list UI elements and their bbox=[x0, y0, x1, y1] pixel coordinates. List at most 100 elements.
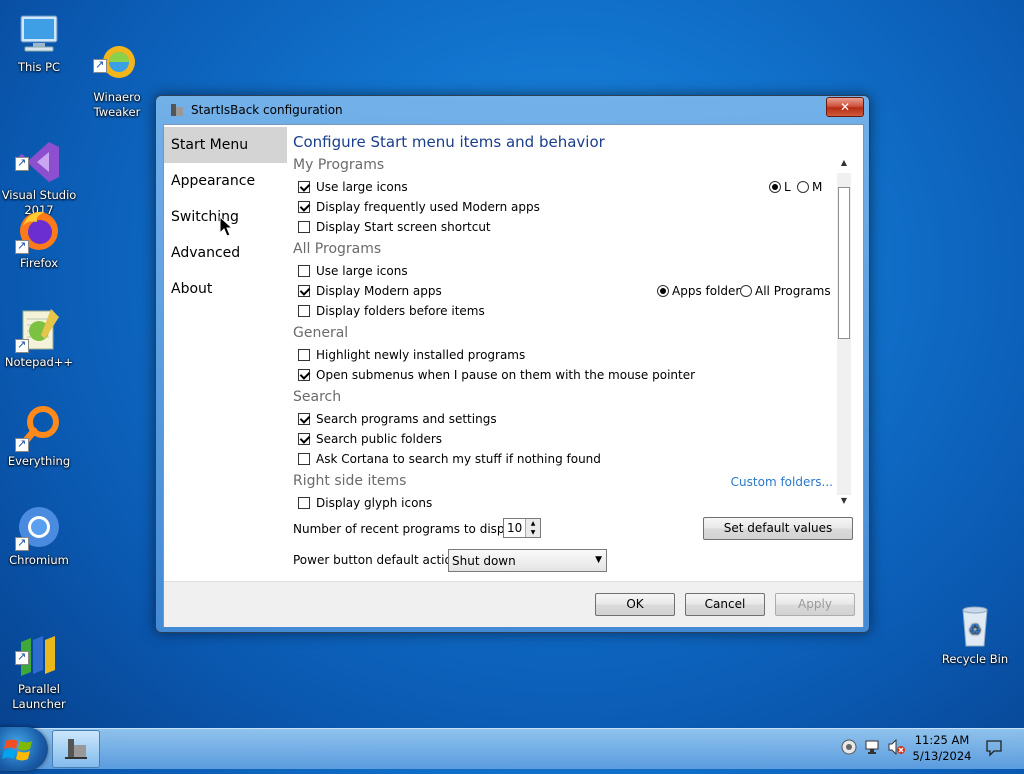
option-label: Display Modern apps bbox=[316, 284, 442, 298]
notifications-icon[interactable] bbox=[985, 739, 1003, 757]
network-tray-icon[interactable] bbox=[865, 739, 883, 755]
option-mp-frequent-modern[interactable]: Display frequently used Modern apps bbox=[298, 199, 540, 215]
option-mp-start-screen[interactable]: Display Start screen shortcut bbox=[298, 219, 491, 235]
startisback-icon bbox=[65, 739, 87, 759]
option-label: Ask Cortana to search my stuff if nothin… bbox=[316, 452, 601, 466]
clock-time: 11:25 AM bbox=[914, 733, 970, 747]
recent-programs-label: Number of recent programs to display: bbox=[293, 522, 526, 536]
radio-button[interactable] bbox=[740, 285, 752, 297]
desktop-icon-label: Notepad++ bbox=[4, 355, 74, 369]
option-label: Open submenus when I pause on them with … bbox=[316, 368, 696, 382]
radio-button[interactable] bbox=[769, 181, 781, 193]
radio-label: L bbox=[784, 180, 791, 194]
desktop-icon-parallel-launcher[interactable]: Parallel Launcher bbox=[0, 602, 79, 727]
desktop-icon-this-pc[interactable]: This PC bbox=[0, 10, 79, 75]
checkbox[interactable] bbox=[298, 181, 310, 193]
taskbar-clock[interactable]: 11:25 AM 5/13/2024 bbox=[906, 732, 978, 764]
option-ap-modern-apps[interactable]: Display Modern apps bbox=[298, 283, 442, 299]
option-mp-large-icons[interactable]: Use large icons bbox=[298, 179, 408, 195]
checkbox[interactable] bbox=[298, 285, 310, 297]
checkbox[interactable] bbox=[298, 349, 310, 361]
everything-icon bbox=[15, 404, 63, 452]
taskbar-item-startisback[interactable] bbox=[52, 730, 100, 768]
radio-button[interactable] bbox=[657, 285, 669, 297]
set-default-values-button[interactable]: Set default values bbox=[703, 517, 853, 540]
scroll-track[interactable] bbox=[837, 173, 851, 495]
option-search-programs[interactable]: Search programs and settings bbox=[298, 411, 497, 427]
checkbox[interactable] bbox=[298, 497, 310, 509]
radio-button[interactable] bbox=[797, 181, 809, 193]
section-my-programs: My Programs bbox=[293, 157, 385, 173]
checkbox[interactable] bbox=[298, 369, 310, 381]
close-button[interactable]: ✕ bbox=[826, 97, 864, 117]
radio-label: Apps folder bbox=[672, 284, 741, 298]
nav-item-start-menu[interactable]: Start Menu bbox=[164, 127, 287, 163]
radio-size-m[interactable]: M bbox=[797, 179, 822, 195]
stepper-value[interactable]: 10 bbox=[507, 521, 522, 535]
recycle-bin-icon: ♻ bbox=[951, 602, 999, 650]
desktop-icon-label: Parallel Launcher bbox=[12, 682, 66, 711]
nav-item-advanced[interactable]: Advanced bbox=[164, 235, 287, 271]
option-ap-large-icons[interactable]: Use large icons bbox=[298, 263, 408, 279]
scroll-down-arrow-icon[interactable]: ▼ bbox=[839, 497, 849, 505]
shortcut-arrow-icon bbox=[15, 535, 29, 551]
desktop-icon-firefox[interactable]: Firefox bbox=[0, 206, 79, 271]
desktop-icon-everything[interactable]: Everything bbox=[0, 404, 79, 469]
radio-label: All Programs bbox=[755, 284, 831, 298]
checkbox[interactable] bbox=[298, 201, 310, 213]
parallel-launcher-icon bbox=[15, 617, 63, 676]
apply-button[interactable]: Apply bbox=[775, 593, 855, 616]
desktop-icon-label: Winaero Tweaker bbox=[93, 90, 141, 119]
recent-programs-stepper[interactable]: 10 ▲ ▼ bbox=[503, 518, 541, 538]
volume-muted-tray-icon[interactable] bbox=[888, 738, 906, 756]
power-action-label: Power button default action: bbox=[293, 553, 464, 567]
nav-item-appearance[interactable]: Appearance bbox=[164, 163, 287, 199]
checkbox[interactable] bbox=[298, 413, 310, 425]
option-glyph-icons[interactable]: Display glyph icons bbox=[298, 495, 432, 511]
radio-all-programs[interactable]: All Programs bbox=[740, 283, 831, 299]
app-icon bbox=[170, 103, 184, 117]
desktop-icon-chromium[interactable]: Chromium bbox=[0, 503, 79, 568]
option-label: Search public folders bbox=[316, 432, 443, 446]
option-cortana[interactable]: Ask Cortana to search my stuff if nothin… bbox=[298, 451, 601, 467]
checkbox[interactable] bbox=[298, 265, 310, 277]
radio-apps-folder[interactable]: Apps folder bbox=[657, 283, 740, 299]
option-label: Search programs and settings bbox=[316, 412, 497, 426]
stepper-up-icon[interactable]: ▲ bbox=[526, 519, 540, 528]
scroll-thumb[interactable] bbox=[838, 187, 850, 339]
custom-folders-link[interactable]: Custom folders... bbox=[731, 475, 833, 489]
option-search-public[interactable]: Search public folders bbox=[298, 431, 442, 447]
visual-studio-icon bbox=[15, 123, 63, 182]
window-client: Start Menu Appearance Switching Advanced… bbox=[163, 124, 864, 627]
scroll-up-arrow-icon[interactable]: ▲ bbox=[839, 159, 849, 167]
shortcut-arrow-icon bbox=[15, 238, 29, 254]
ok-button[interactable]: OK bbox=[595, 593, 675, 616]
stepper-down-icon[interactable]: ▼ bbox=[526, 528, 540, 537]
desktop-icon-recycle-bin[interactable]: ♻ Recycle Bin bbox=[935, 602, 1015, 667]
power-action-select[interactable]: Shut down ▼ bbox=[448, 549, 607, 572]
options-scrollbar[interactable]: ▲ ▼ bbox=[837, 159, 851, 506]
firefox-icon bbox=[15, 206, 63, 254]
option-ap-folders-first[interactable]: Display folders before items bbox=[298, 303, 485, 319]
mouse-cursor-icon bbox=[219, 215, 235, 238]
checkbox[interactable] bbox=[298, 433, 310, 445]
checkbox[interactable] bbox=[298, 453, 310, 465]
radio-size-l[interactable]: L bbox=[769, 179, 791, 195]
nav-item-about[interactable]: About bbox=[164, 271, 287, 307]
cancel-button[interactable]: Cancel bbox=[685, 593, 765, 616]
action-center-tray-icon[interactable] bbox=[841, 739, 857, 755]
option-highlight-new[interactable]: Highlight newly installed programs bbox=[298, 347, 525, 363]
desktop-icon-winaero[interactable]: Winaero Tweaker bbox=[77, 10, 157, 135]
desktop-icon-notepadpp[interactable]: Notepad++ bbox=[0, 305, 79, 370]
settings-nav: Start Menu Appearance Switching Advanced… bbox=[164, 125, 287, 580]
option-label: Display glyph icons bbox=[316, 496, 433, 510]
section-right-side: Right side items bbox=[293, 473, 407, 489]
checkbox[interactable] bbox=[298, 305, 310, 317]
shortcut-arrow-icon bbox=[15, 436, 29, 452]
option-open-submenus[interactable]: Open submenus when I pause on them with … bbox=[298, 367, 695, 383]
window-titlebar[interactable]: StartIsBack configuration ✕ bbox=[156, 96, 869, 124]
computer-icon bbox=[15, 10, 63, 58]
start-button[interactable] bbox=[0, 727, 48, 771]
checkbox[interactable] bbox=[298, 221, 310, 233]
dialog-footer: OK Cancel Apply bbox=[164, 581, 863, 627]
